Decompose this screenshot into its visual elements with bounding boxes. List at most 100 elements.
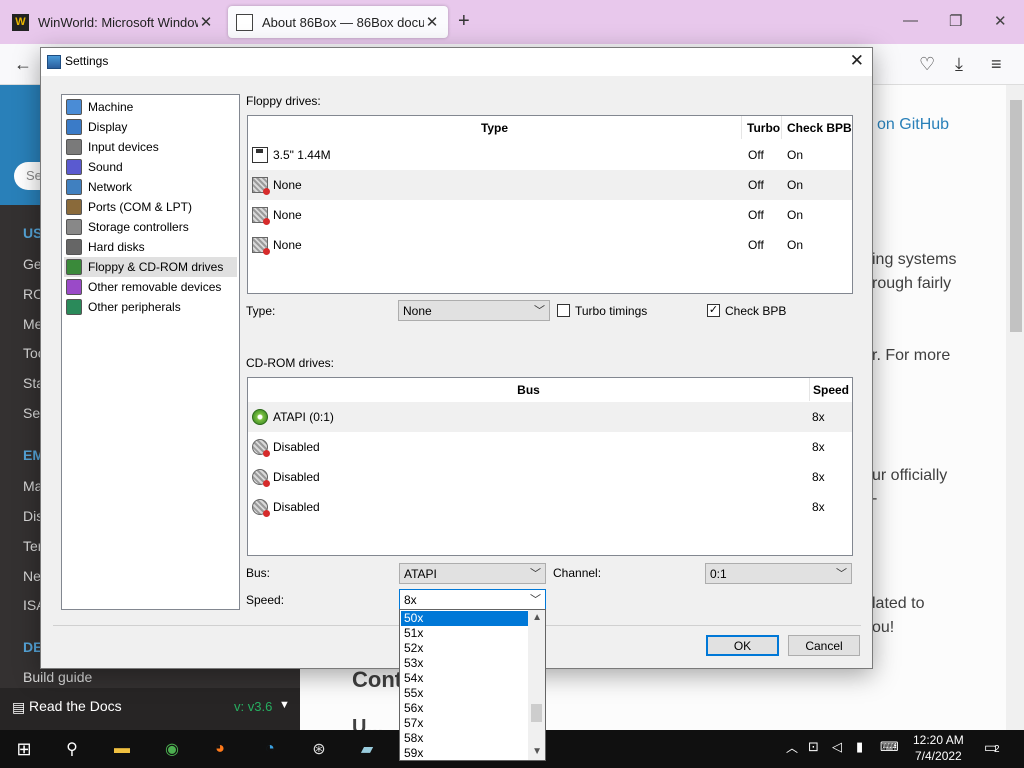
removable-devices-icon <box>66 279 82 295</box>
floppy-turbo-cell: Off <box>748 178 764 192</box>
86box-icon[interactable]: ⊛ <box>307 737 331 761</box>
search-icon[interactable]: ⚲ <box>60 737 84 761</box>
sidebar-item[interactable]: Ge <box>23 256 42 272</box>
floppy-type-label: Type: <box>246 304 276 318</box>
cdrom-row[interactable]: Disabled 8x <box>248 492 852 522</box>
check-bpb-checkbox[interactable]: ✓ <box>707 304 720 317</box>
category-hard-disks[interactable]: Hard disks <box>64 237 237 257</box>
column-header-check-bpb[interactable]: Check BPB <box>782 116 852 139</box>
cdrom-row[interactable]: Disabled 8x <box>248 462 852 492</box>
window-close-icon[interactable]: ✕ <box>994 12 1007 30</box>
edge-icon[interactable]: ◔ <box>258 737 282 761</box>
cdrom-row[interactable]: ATAPI (0:1) 8x <box>248 402 852 432</box>
speed-option[interactable]: 58x <box>401 731 528 746</box>
column-header-turbo[interactable]: Turbo <box>742 116 782 139</box>
pocket-icon[interactable]: ♡ <box>919 54 935 75</box>
tab-winworld[interactable]: W WinWorld: Microsoft Windows ✕ <box>4 6 222 38</box>
notepad-icon[interactable]: ▰ <box>355 737 379 761</box>
page-scrollbar-thumb[interactable] <box>1010 100 1022 332</box>
dialog-titlebar[interactable]: Settings ✕ <box>41 48 872 76</box>
minimize-icon[interactable]: — <box>903 12 918 29</box>
tab-86box-docs[interactable]: About 86Box — 86Box documentation ✕ <box>228 6 448 38</box>
speed-option[interactable]: 54x <box>401 671 528 686</box>
close-icon[interactable]: ✕ <box>850 51 864 71</box>
floppy-type-select[interactable]: None ﹀ <box>398 300 550 321</box>
sidebar-item[interactable]: Build guide <box>23 669 92 685</box>
microphone-icon[interactable]: ▮ <box>856 739 863 755</box>
clock-time[interactable]: 12:20 AM <box>913 733 964 747</box>
floppy-row[interactable]: None Off On <box>248 200 852 230</box>
dropdown-scrollbar[interactable]: ▲ ▼ <box>528 610 545 760</box>
check-bpb-label[interactable]: Check BPB <box>725 304 786 318</box>
close-icon[interactable]: ✕ <box>424 13 440 31</box>
cdrom-row[interactable]: Disabled 8x <box>248 432 852 462</box>
new-tab-button[interactable]: + <box>458 10 470 33</box>
cancel-button[interactable]: Cancel <box>788 635 860 656</box>
column-header-type[interactable]: Type <box>248 116 742 139</box>
speed-option[interactable]: 50x <box>401 611 528 626</box>
category-label: Network <box>88 180 133 194</box>
category-ports-com-lpt[interactable]: Ports (COM & LPT) <box>64 197 237 217</box>
bus-select[interactable]: ATAPI ﹀ <box>399 563 546 584</box>
windows-start-icon[interactable]: ⊞ <box>12 737 36 761</box>
category-floppy-cd-rom-drives[interactable]: Floppy & CD-ROM drives <box>64 257 237 277</box>
column-header-bus[interactable]: Bus <box>248 378 810 401</box>
turbo-timings-checkbox[interactable] <box>557 304 570 317</box>
floppy-row[interactable]: None Off On <box>248 170 852 200</box>
close-icon[interactable]: ✕ <box>198 13 214 31</box>
speed-option[interactable]: 51x <box>401 626 528 641</box>
column-header-speed[interactable]: Speed <box>810 378 852 401</box>
cdrom-bus-cell: Disabled <box>273 500 320 514</box>
speed-option[interactable]: 52x <box>401 641 528 656</box>
cdrom-disabled-icon <box>252 439 270 457</box>
speed-option[interactable]: 57x <box>401 716 528 731</box>
speed-option[interactable]: 59x <box>401 746 528 761</box>
category-other-peripherals[interactable]: Other peripherals <box>64 297 237 317</box>
scroll-up-icon[interactable]: ▲ <box>532 612 542 623</box>
dialog-title: Settings <box>65 54 109 68</box>
bus-value: ATAPI <box>404 567 437 581</box>
volume-icon[interactable]: ◁ <box>832 739 842 755</box>
speed-option[interactable]: 56x <box>401 701 528 716</box>
speed-option[interactable]: 55x <box>401 686 528 701</box>
speed-label: Speed: <box>246 593 285 607</box>
back-arrow-icon[interactable]: ← <box>14 54 32 75</box>
network-tray-icon[interactable]: ⊡ <box>808 739 819 755</box>
file-explorer-icon[interactable]: ▬ <box>110 737 134 761</box>
chevron-up-icon[interactable]: ︿ <box>786 739 798 756</box>
maximize-icon[interactable]: ❐ <box>949 12 962 30</box>
speed-select[interactable]: 8x ﹀ <box>399 589 546 610</box>
page-text-fragment: ur officially <box>872 467 948 484</box>
floppy-row[interactable]: 3.5" 1.44M Off On <box>248 140 852 170</box>
cdrom-bus-cell: Disabled <box>273 440 320 454</box>
book-icon: ▤ <box>12 699 26 715</box>
floppy-row[interactable]: None Off On <box>248 230 852 260</box>
channel-select[interactable]: 0:1 ﹀ <box>705 563 852 584</box>
category-display[interactable]: Display <box>64 117 237 137</box>
clock-date[interactable]: 7/4/2022 <box>915 749 962 763</box>
speed-option[interactable]: 53x <box>401 656 528 671</box>
turbo-timings-label[interactable]: Turbo timings <box>575 304 647 318</box>
category-network[interactable]: Network <box>64 177 237 197</box>
scroll-down-icon[interactable]: ▼ <box>532 746 542 757</box>
ok-button[interactable]: OK <box>706 635 779 656</box>
dropdown-scrollbar-thumb[interactable] <box>531 704 542 722</box>
chrome-icon[interactable]: ◉ <box>160 737 184 761</box>
keyboard-icon[interactable]: ⌨ <box>880 739 899 755</box>
category-other-removable-devices[interactable]: Other removable devices <box>64 277 237 297</box>
menu-icon[interactable]: ≡ <box>991 54 1002 75</box>
chevron-down-icon: ﹀ <box>530 594 541 606</box>
category-machine[interactable]: Machine <box>64 97 237 117</box>
cdrom-bus-cell: Disabled <box>273 470 320 484</box>
category-storage-controllers[interactable]: Storage controllers <box>64 217 237 237</box>
firefox-icon[interactable]: ◕ <box>208 737 232 761</box>
settings-app-icon <box>47 55 61 69</box>
ports-icon <box>66 199 82 215</box>
category-label: Machine <box>88 100 134 114</box>
docs-version-footer[interactable]: ▤ Read the Docs v: v3.6 ▼ <box>0 688 300 730</box>
display-icon <box>66 119 82 135</box>
category-input-devices[interactable]: Input devices <box>64 137 237 157</box>
download-icon[interactable]: ⤓ <box>955 54 963 75</box>
category-sound[interactable]: Sound <box>64 157 237 177</box>
sidebar-item[interactable]: Ne <box>23 568 41 584</box>
